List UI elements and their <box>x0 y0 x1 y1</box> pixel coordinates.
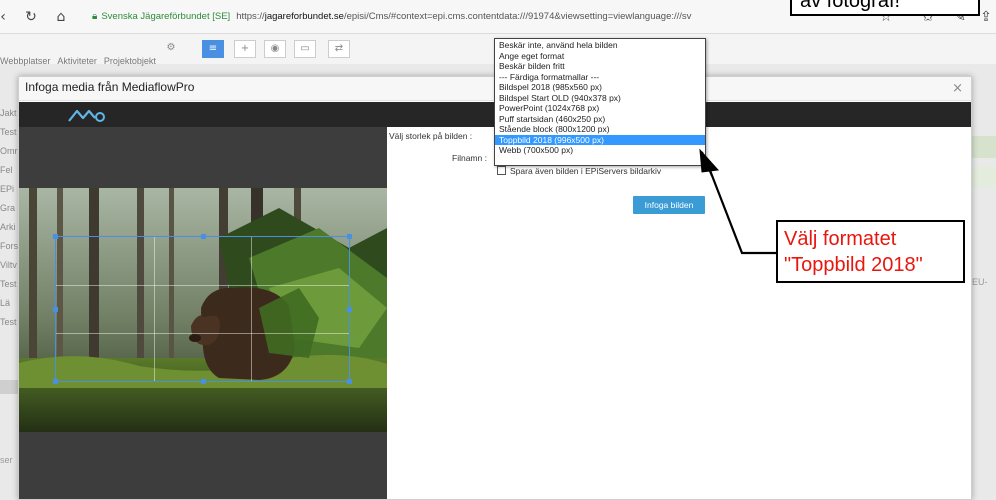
dropdown-option[interactable]: Bildspel 2018 (985x560 px) <box>495 82 705 93</box>
dropdown-option[interactable]: Ange eget format <box>495 51 705 62</box>
tree-item[interactable]: Viltv <box>0 256 20 275</box>
crop-handle[interactable] <box>53 234 58 239</box>
crop-handle[interactable] <box>201 234 206 239</box>
tree-item[interactable]: Omr <box>0 142 20 161</box>
dropdown-option[interactable]: --- Färdiga formatmallar --- <box>495 72 705 83</box>
tree-item[interactable]: Fel <box>0 161 20 180</box>
url-prefix: https:// <box>236 11 265 22</box>
mediaflow-logo-icon <box>68 109 105 122</box>
annotation-line-1: Välj formatet <box>784 228 897 250</box>
crop-handle[interactable] <box>201 379 206 384</box>
crop-selection[interactable] <box>53 234 352 384</box>
crop-grid-line <box>56 284 349 286</box>
dropdown-option[interactable]: Beskär inte, använd hela bilden <box>495 40 705 51</box>
cms-right-text: EU- <box>972 277 988 287</box>
tree-item[interactable]: EPi <box>0 180 20 199</box>
crop-handle[interactable] <box>53 379 58 384</box>
tree-item[interactable]: Test <box>0 313 20 332</box>
tab-webbplatser[interactable]: Webbplatser <box>0 56 50 66</box>
annotation-line-2: "Toppbild 2018" <box>784 254 923 276</box>
crop-handle[interactable] <box>347 379 352 384</box>
save-to-archive-row[interactable]: Spara även bilden i EPiServers bildarkiv <box>497 166 661 176</box>
tree-item[interactable]: Arki <box>0 218 20 237</box>
crop-grid-line <box>56 332 349 334</box>
tree-item[interactable]: Fors <box>0 237 20 256</box>
dropdown-option[interactable]: Bildspel Start OLD (940x378 px) <box>495 93 705 104</box>
address-bar[interactable]: 🔒︎ Svenska Jägareförbundet [SE] https://ja… <box>92 6 722 28</box>
site-identity: Svenska Jägareförbundet [SE] <box>101 11 231 22</box>
options-panel <box>387 127 971 499</box>
back-arrow-icon[interactable]: ‹ <box>0 8 12 26</box>
dropdown-option[interactable]: Webb (700x500 px) <box>495 145 705 156</box>
publish-icon[interactable]: ⇄ <box>328 40 350 58</box>
insert-image-button[interactable]: Infoga bilden <box>633 196 705 214</box>
url-path: /episi/Cms/#context=epi.cms.contentdata:… <box>343 11 692 22</box>
lock-icon: 🔒︎ <box>92 11 98 22</box>
reload-icon[interactable]: ↻ <box>22 8 40 26</box>
top-annotation-text: av fotograf! <box>800 0 901 12</box>
tree-item[interactable]: Test <box>0 123 20 142</box>
cms-tabs: Webbplatser Aktiviteter Projektobjekt <box>0 56 163 66</box>
compare-icon[interactable]: ▭ <box>294 40 316 58</box>
cms-page-tree: Jakt Test Omr Fel EPi Gra Arki Fors Vilt… <box>0 104 20 332</box>
add-icon[interactable]: + <box>234 40 256 58</box>
cms-right-row <box>972 136 996 158</box>
tree-item[interactable]: Jakt <box>0 104 20 123</box>
url-domain: jagareforbundet.se <box>264 11 344 22</box>
dropdown-option[interactable]: Beskär bilden fritt <box>495 61 705 72</box>
cms-left-stripe <box>0 380 18 394</box>
crop-grid-line <box>251 237 253 381</box>
tree-item[interactable]: Lä <box>0 294 20 313</box>
cms-left-bottom-text: ser <box>0 455 13 465</box>
annotation-callout: Välj formatet "Toppbild 2018" <box>776 220 965 283</box>
close-icon[interactable]: × <box>952 81 963 96</box>
filename-label: Filnamn : <box>452 153 487 163</box>
dialog-title: Infoga media från MediaflowPro <box>25 80 195 94</box>
tree-icon[interactable]: ≡ <box>202 40 224 58</box>
dropdown-option[interactable]: Puff startsidan (460x250 px) <box>495 114 705 125</box>
tab-projektobjekt[interactable]: Projektobjekt <box>104 56 156 66</box>
size-label: Välj storlek på bilden : <box>389 131 473 141</box>
tree-item[interactable]: Gra <box>0 199 20 218</box>
top-annotation-callout: av fotograf! <box>790 0 980 16</box>
tab-aktiviteter[interactable]: Aktiviteter <box>57 56 97 66</box>
preview-icon[interactable]: ◉ <box>264 40 286 58</box>
settings-icon[interactable]: ⚙ <box>160 40 182 58</box>
dropdown-option[interactable]: PowerPoint (1024x768 px) <box>495 103 705 114</box>
size-format-dropdown[interactable]: Beskär inte, använd hela bilden Ange ege… <box>494 38 706 166</box>
crop-handle[interactable] <box>53 307 58 312</box>
dropdown-option-selected[interactable]: Toppbild 2018 (996x500 px) <box>495 134 705 145</box>
cms-right-row <box>972 166 996 188</box>
tree-item[interactable]: Test <box>0 275 20 294</box>
dropdown-option[interactable]: Stående block (800x1200 px) <box>495 124 705 135</box>
crop-handle[interactable] <box>347 307 352 312</box>
save-to-archive-label: Spara även bilden i EPiServers bildarkiv <box>510 166 662 176</box>
crop-grid-line <box>153 237 155 381</box>
save-to-archive-checkbox[interactable] <box>497 166 506 175</box>
home-icon[interactable]: ⌂ <box>52 8 70 26</box>
crop-handle[interactable] <box>347 234 352 239</box>
